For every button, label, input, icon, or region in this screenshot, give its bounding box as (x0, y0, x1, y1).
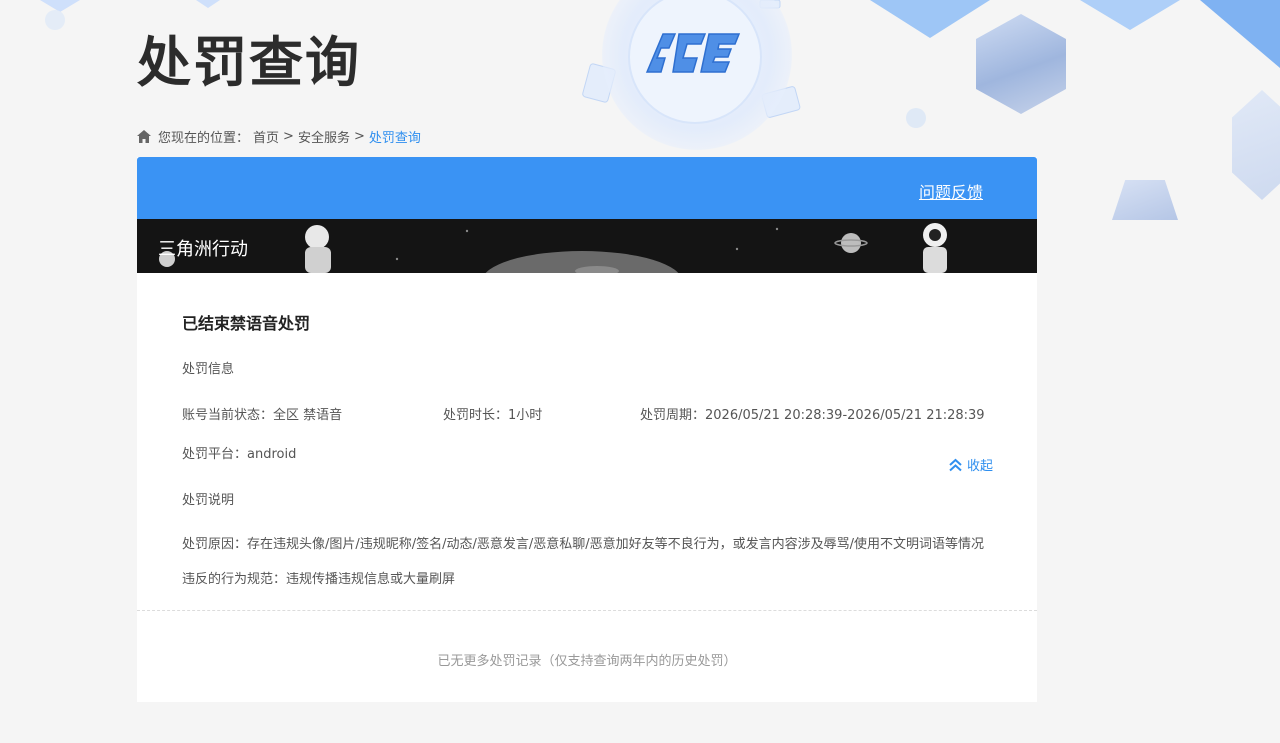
side-hex-decoration (1232, 90, 1280, 200)
collapse-button[interactable]: 收起 (948, 455, 993, 474)
penalty-duration: 处罚时长：1小时 (443, 408, 543, 423)
penalty-reason: 处罚原因：存在违规头像/图片/违规昵称/签名/动态/恶意发言/恶意私聊/恶意加好… (182, 537, 985, 552)
logo-ring (628, 0, 762, 124)
home-icon (137, 130, 151, 143)
breadcrumb-security-link[interactable]: 安全服务 (298, 127, 350, 146)
game-name: 三角洲行动 (158, 239, 248, 260)
breadcrumb-separator: > (283, 129, 294, 144)
card-header: 问题反馈 (137, 157, 1037, 219)
breadcrumb-separator: > (353, 129, 365, 144)
page-title: 处罚查询 (137, 31, 361, 94)
ace-logo (645, 33, 741, 73)
banner-artwork (159, 223, 947, 273)
breadcrumb-home-link[interactable]: 首页 (253, 127, 279, 146)
penalty-period: 处罚周期：2026/05/21 20:28:39-2026/05/21 21:2… (640, 408, 985, 423)
penalty-card: 问题反馈 三角洲行动 已结束禁语音处罚 处罚信息 账号当前状态：全区 禁语音 处… (137, 157, 1037, 702)
record-title: 已结束禁语音处罚 (182, 314, 311, 333)
penalty-info-row: 账号当前状态：全区 禁语音 处罚时长：1小时 处罚周期：2026/05/21 2… (182, 404, 992, 423)
feedback-link[interactable]: 问题反馈 (919, 179, 983, 203)
penalty-info-label: 处罚信息 (182, 362, 235, 377)
game-banner: 三角洲行动 (137, 219, 1037, 273)
logo-glow (602, 0, 792, 150)
double-chevron-up-icon (949, 458, 962, 471)
character-hex-avatar (976, 14, 1066, 114)
penalty-desc-label: 处罚说明 (182, 493, 235, 508)
penalty-platform: 处罚平台：android (182, 447, 297, 462)
no-more-records: 已无更多处罚记录（仅支持查询两年内的历史处罚） (437, 654, 737, 669)
violated-rule: 违反的行为规范：违规传播违规信息或大量刷屏 (182, 572, 456, 587)
character-avatar-small (1112, 180, 1178, 220)
penalty-record: 已结束禁语音处罚 处罚信息 账号当前状态：全区 禁语音 处罚时长：1小时 处罚周… (137, 273, 1037, 587)
breadcrumb-prefix: 您现在的位置： (158, 131, 250, 146)
collapse-label: 收起 (966, 459, 993, 474)
breadcrumb-current[interactable]: 处罚查询 (369, 127, 421, 146)
account-status: 账号当前状态：全区 禁语音 (182, 408, 343, 423)
divider (137, 610, 1037, 611)
breadcrumb: 您现在的位置： 首页 > 安全服务 > 处罚查询 (137, 127, 421, 146)
